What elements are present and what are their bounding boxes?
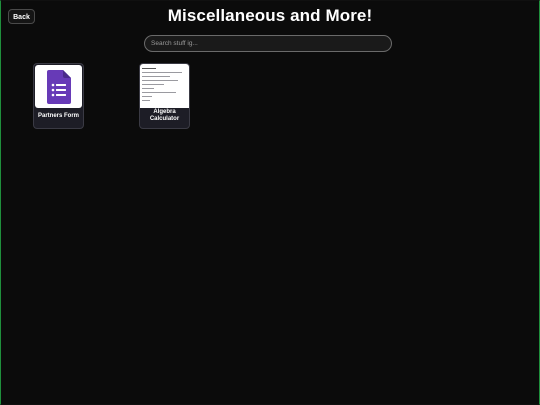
card-label: Algebra Calculator [149, 109, 180, 122]
algebra-calculator-thumbnail [140, 64, 189, 108]
partners-form-card[interactable]: Partners Form [33, 63, 84, 129]
algebra-calculator-card[interactable]: Algebra Calculator [139, 63, 190, 129]
google-forms-icon [35, 65, 82, 108]
page-title: Miscellaneous and More! [167, 6, 373, 25]
search-input[interactable] [144, 35, 392, 52]
card-label: Partners Form [37, 113, 79, 119]
window-frame [0, 0, 540, 405]
